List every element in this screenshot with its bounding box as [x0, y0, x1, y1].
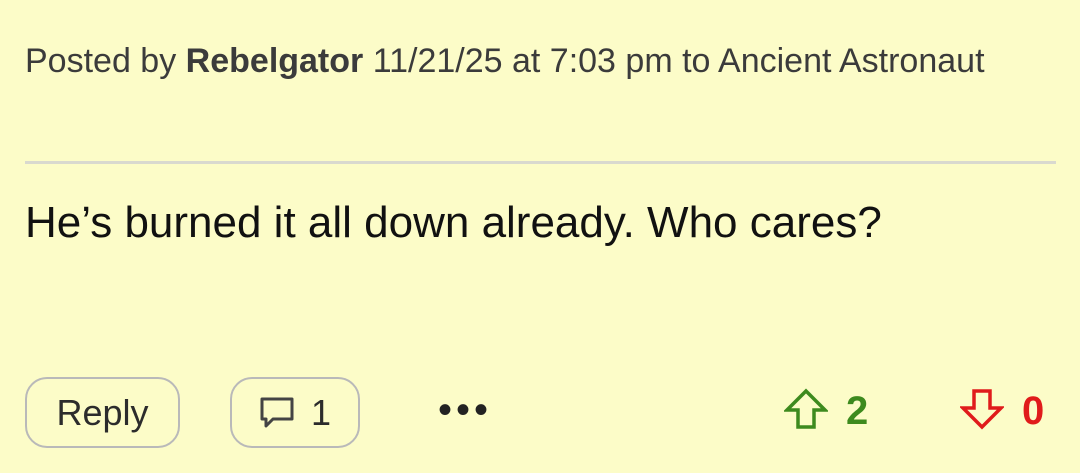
author-link[interactable]: Rebelgator — [186, 42, 364, 80]
upvote-count: 2 — [846, 389, 869, 433]
post-body: He’s burned it all down already. Who car… — [25, 198, 882, 247]
meta-divider — [25, 161, 1056, 164]
downvote-count: 0 — [1022, 389, 1045, 433]
comments-button[interactable]: 1 — [230, 377, 360, 448]
upvote-button[interactable]: 2 — [782, 388, 869, 435]
forum-post: Posted by Rebelgator 11/21/25 at 7:03 pm… — [0, 0, 1080, 473]
arrow-down-outline-icon — [958, 388, 1006, 435]
post-meta: Posted by Rebelgator 11/21/25 at 7:03 pm… — [25, 32, 1025, 90]
speech-bubble-icon — [259, 396, 295, 430]
downvote-button[interactable]: 0 — [958, 388, 1045, 435]
more-options-button[interactable]: ••• — [438, 385, 492, 435]
posted-by-label: Posted by — [25, 42, 177, 80]
post-timestamp-board: 11/21/25 at 7:03 pm to Ancient Astronaut — [372, 42, 985, 80]
reply-button[interactable]: Reply — [25, 377, 180, 448]
arrow-up-outline-icon — [782, 388, 830, 435]
comment-count: 1 — [310, 391, 332, 433]
